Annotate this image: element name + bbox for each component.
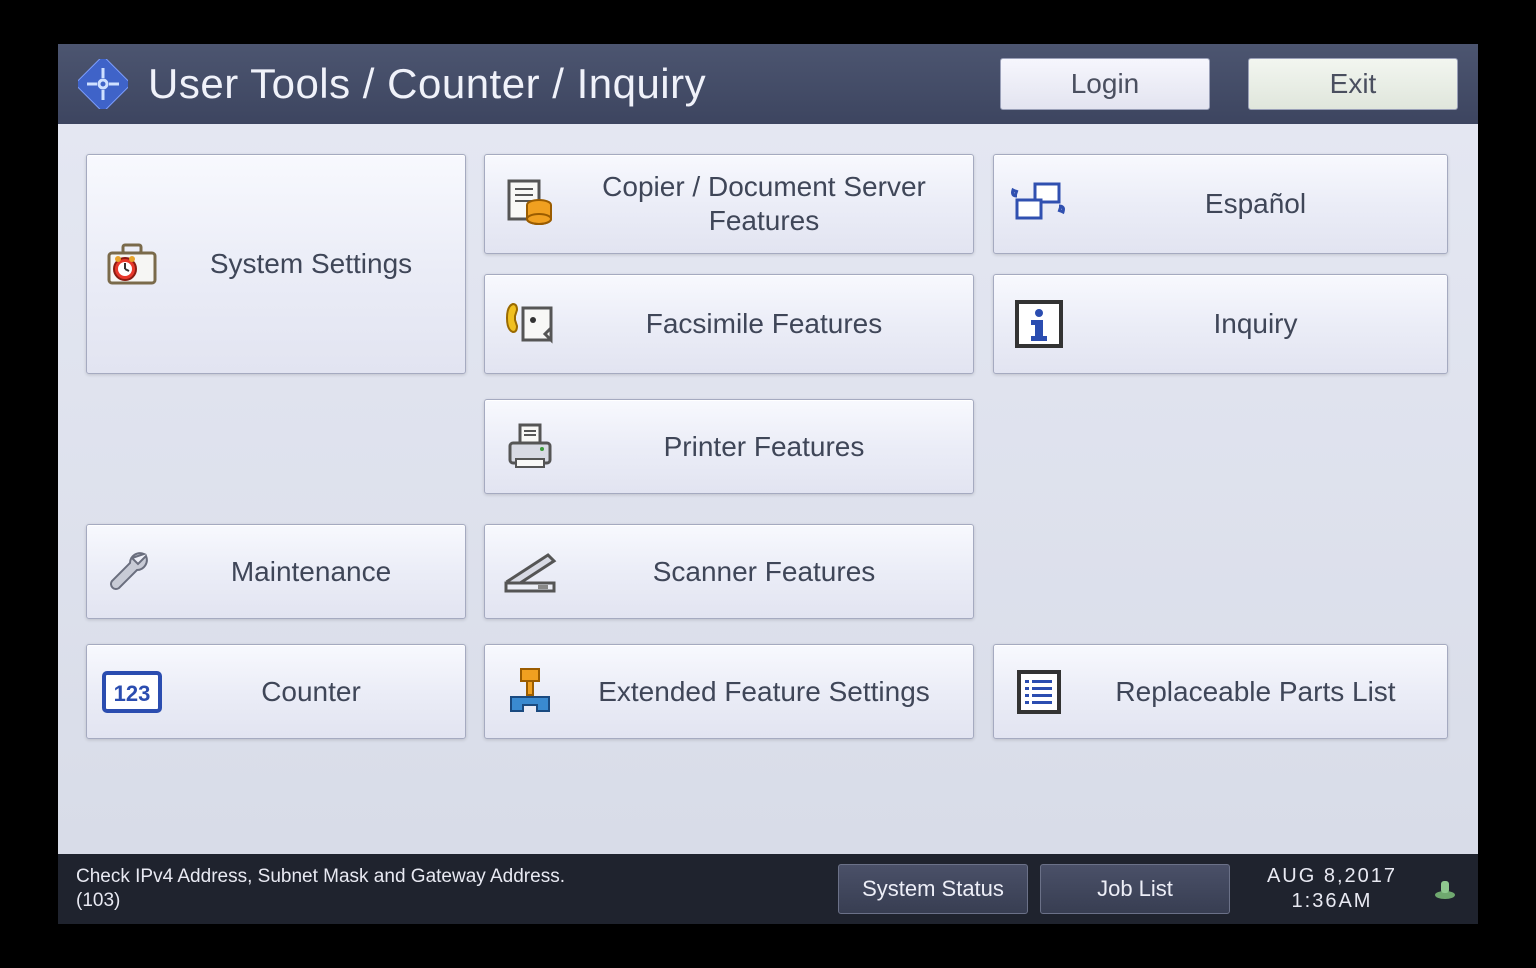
copier-doc-server-button[interactable]: Copier / Document Server Features: [484, 154, 974, 254]
datetime: AUG 8,2017 1:36AM: [1242, 864, 1422, 914]
extended-feature-settings-button[interactable]: Extended Feature Settings: [484, 644, 974, 739]
footer: Check IPv4 Address, Subnet Mask and Gate…: [58, 854, 1478, 924]
extended-feature-label: Extended Feature Settings: [575, 675, 973, 709]
system-status-label: System Status: [862, 876, 1004, 902]
language-button[interactable]: Español: [993, 154, 1448, 254]
svg-text:123: 123: [114, 681, 151, 706]
wrench-icon: [87, 544, 177, 600]
replaceable-parts-list-button[interactable]: Replaceable Parts List: [993, 644, 1448, 739]
inquiry-button[interactable]: Inquiry: [993, 274, 1448, 374]
document-database-icon: [485, 175, 575, 233]
screen: User Tools / Counter / Inquiry Login Exi…: [58, 44, 1478, 924]
network-icon: [1432, 875, 1460, 903]
counter-label: Counter: [177, 675, 465, 709]
status-code: (103): [76, 889, 838, 913]
maintenance-label: Maintenance: [177, 555, 465, 589]
language-switch-icon: [994, 178, 1084, 230]
exit-button[interactable]: Exit: [1248, 58, 1458, 110]
titlebar: User Tools / Counter / Inquiry Login Exi…: [58, 44, 1478, 124]
page-title: User Tools / Counter / Inquiry: [148, 60, 980, 108]
job-list-label: Job List: [1097, 876, 1173, 902]
printer-features-button[interactable]: Printer Features: [484, 399, 974, 494]
copier-doc-server-label: Copier / Document Server Features: [575, 170, 973, 237]
fax-phone-icon: [485, 298, 575, 350]
printer-icon: [485, 419, 575, 475]
system-settings-label: System Settings: [177, 247, 465, 281]
login-label: Login: [1071, 68, 1140, 100]
scanner-label: Scanner Features: [575, 555, 973, 589]
facsimile-label: Facsimile Features: [575, 307, 973, 341]
briefcase-clock-icon: [87, 233, 177, 295]
facsimile-features-button[interactable]: Facsimile Features: [484, 274, 974, 374]
job-list-button[interactable]: Job List: [1040, 864, 1230, 914]
language-label: Español: [1084, 187, 1447, 221]
system-status-button[interactable]: System Status: [838, 864, 1028, 914]
system-settings-button[interactable]: System Settings: [86, 154, 466, 374]
info-icon: [994, 296, 1084, 352]
extended-feature-icon: [485, 665, 575, 719]
scanner-features-button[interactable]: Scanner Features: [484, 524, 974, 619]
main-area: System Settings Maintenance 123 Counter: [58, 124, 1478, 854]
parts-list-label: Replaceable Parts List: [1084, 675, 1447, 709]
printer-label: Printer Features: [575, 430, 973, 464]
exit-label: Exit: [1330, 68, 1377, 100]
counter-button[interactable]: 123 Counter: [86, 644, 466, 739]
login-button[interactable]: Login: [1000, 58, 1210, 110]
maintenance-button[interactable]: Maintenance: [86, 524, 466, 619]
date-text: AUG 8,2017: [1242, 864, 1422, 889]
scanner-icon: [485, 547, 575, 597]
time-text: 1:36AM: [1242, 889, 1422, 914]
status-message: Check IPv4 Address, Subnet Mask and Gate…: [76, 865, 838, 913]
list-icon: [994, 666, 1084, 718]
app-diamond-icon: [78, 59, 128, 109]
inquiry-label: Inquiry: [1084, 307, 1447, 341]
counter-123-icon: 123: [87, 671, 177, 713]
status-text: Check IPv4 Address, Subnet Mask and Gate…: [76, 866, 565, 887]
